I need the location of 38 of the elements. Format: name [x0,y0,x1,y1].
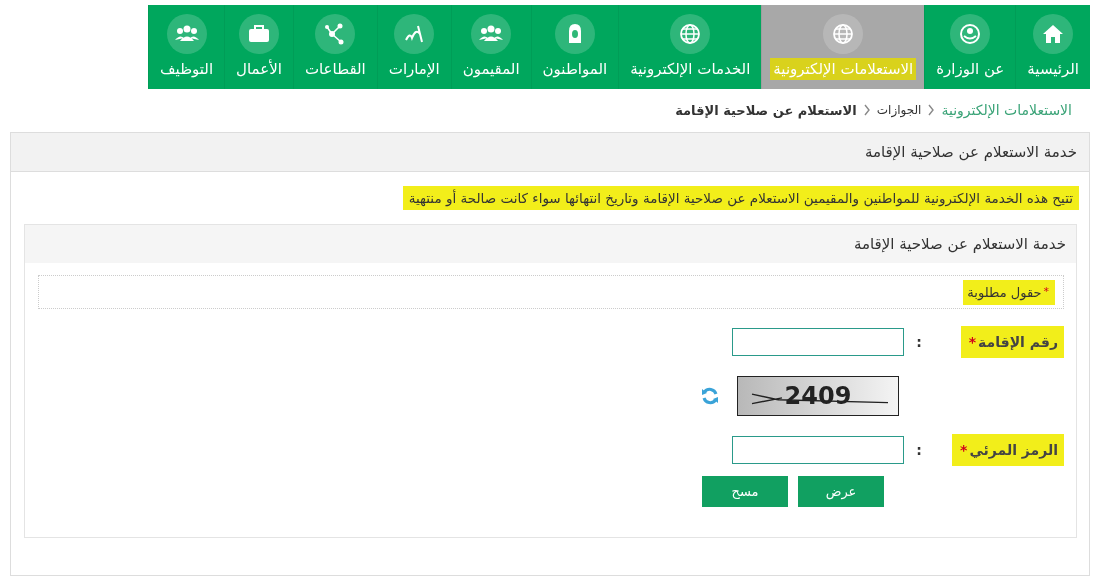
network-icon [315,14,356,54]
person-icon [554,14,595,54]
input-field[interactable] [732,436,904,464]
people-icon [471,14,512,54]
breadcrumb-link[interactable]: الاستعلامات الإلكترونية [941,102,1072,118]
nav-tab[interactable]: المقيمون [450,5,531,89]
globe-icon [823,14,864,54]
house-icon [1033,14,1074,54]
nav-tab[interactable]: الرئيسية [1015,5,1090,89]
people-icon [166,14,207,54]
nav-tab[interactable]: عن الوزارة [924,5,1016,89]
submit-button[interactable]: عرض [798,476,884,507]
breadcrumb-item[interactable]: الجوازات [876,103,922,117]
colon: : [915,442,923,458]
globe-icon [670,14,711,54]
nav-tab[interactable]: الإمارات [376,5,451,89]
field-label: رقم الإقامة* [960,326,1064,358]
input-field[interactable] [732,328,904,356]
nav-tab[interactable]: الخدمات الإلكترونية [618,5,762,89]
nav-tab[interactable]: المواطنون [530,5,619,89]
required-note: * حقول مطلوبة [963,279,1055,305]
calligraphy-icon [394,14,435,54]
nav-tab[interactable]: الأعمال [224,5,293,89]
breadcrumb-current: الاستعلام عن صلاحية الإقامة [675,102,857,118]
nav-tab[interactable]: الاستعلامات الإلكترونية [761,5,925,89]
emblem-icon [950,14,991,54]
service-description: تتيح هذه الخدمة الإلكترونية للمواطنين والمقيمين الاستعلام عن صلاحية الإقامة وتاريخ انتهائها سواء كانت صالحة أو منتهية [402,186,1079,210]
chevron-icon [927,104,936,116]
briefcase-icon [239,14,279,54]
nav-tab[interactable]: التوظيف [148,5,225,89]
form-title: خدمة الاستعلام عن صلاحية الإقامة [853,235,1066,253]
nav-tab[interactable]: القطاعات [292,5,377,89]
colon: : [915,334,923,350]
field-label: الرمز المرئي* [952,434,1064,466]
clear-button[interactable]: مسح [702,476,788,507]
panel-title: خدمة الاستعلام عن صلاحية الإقامة [864,143,1077,161]
chevron-icon [862,104,871,116]
refresh-icon[interactable] [700,386,720,406]
